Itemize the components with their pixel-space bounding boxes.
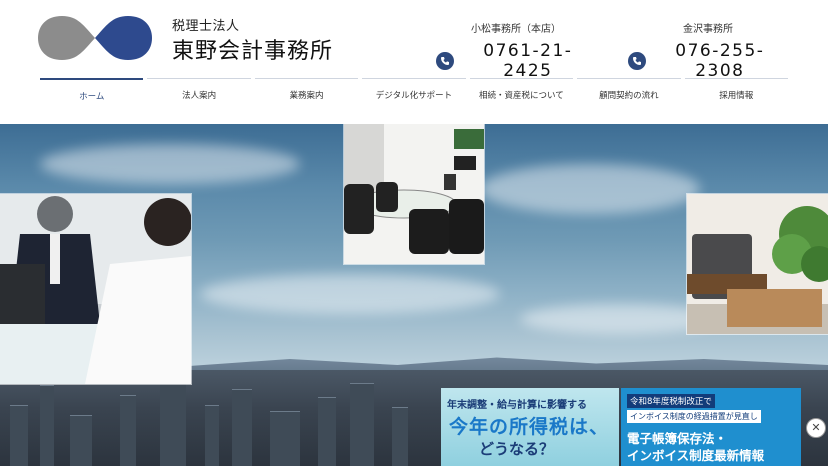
main-nav: ホーム 法人案内 業務案内 デジタル化サポート 相続・資産税について 顧問契約の… xyxy=(38,78,790,108)
firm-type: 税理士法人 xyxy=(172,19,240,34)
banner-headline: インボイス制度最新情報 xyxy=(627,448,765,463)
office-kanazawa: 金沢事務所 076-255-2308 xyxy=(628,20,788,81)
office-name: 小松事務所（本店） xyxy=(471,24,561,35)
lounge-photo xyxy=(687,194,828,334)
nav-item-recruit[interactable]: 採用情報 xyxy=(684,78,788,108)
banner-subheadline: どうなる？ xyxy=(479,440,555,458)
close-banner-button[interactable]: ✕ xyxy=(806,418,826,438)
nav-item-contract-flow[interactable]: 顧問契約の流れ xyxy=(577,78,681,108)
firm-name[interactable]: 東野会計事務所 xyxy=(172,33,333,65)
phone-link[interactable]: 0761-21-2425 xyxy=(436,41,596,81)
banner-text: 年末調整・給与計算に影響する xyxy=(447,400,587,411)
meeting-photo xyxy=(0,194,191,384)
tax-reform-banner[interactable]: 令和8年度税制改正で インボイス制度の経過措置が見直し 電子帳簿保存法・ インボ… xyxy=(621,388,801,466)
nav-item-about[interactable]: 法人案内 xyxy=(147,78,251,108)
banner-text: インボイス制度の経過措置が見直し xyxy=(627,410,761,423)
nav-item-inheritance[interactable]: 相続・資産税について xyxy=(469,78,574,108)
banner-headline: 今年の所得税は、 xyxy=(449,416,610,438)
nav-item-home[interactable]: ホーム xyxy=(40,78,144,108)
cloud xyxy=(200,274,500,314)
office-photo xyxy=(344,124,484,264)
logo-icon[interactable] xyxy=(38,14,152,62)
office-name: 金沢事務所 xyxy=(683,24,733,35)
phone-number[interactable]: 076-255-2308 xyxy=(652,41,788,81)
phone-number[interactable]: 0761-21-2425 xyxy=(460,41,596,81)
office-komatsu: 小松事務所（本店） 0761-21-2425 xyxy=(436,20,596,81)
nav-item-services[interactable]: 業務案内 xyxy=(254,78,359,108)
phone-icon xyxy=(628,52,646,70)
phone-icon xyxy=(436,52,454,70)
phone-link[interactable]: 076-255-2308 xyxy=(628,41,788,81)
site-header: 税理士法人 東野会計事務所 小松事務所（本店） 0761-21-2425 金沢事… xyxy=(0,0,828,124)
cloud xyxy=(480,164,700,214)
cloud xyxy=(40,144,300,184)
banner-tag: 令和8年度税制改正で xyxy=(627,394,715,408)
nav-item-digital[interactable]: デジタル化サポート xyxy=(362,78,466,108)
income-tax-banner[interactable]: 年末調整・給与計算に影響する 今年の所得税は、 どうなる？ xyxy=(441,388,619,466)
